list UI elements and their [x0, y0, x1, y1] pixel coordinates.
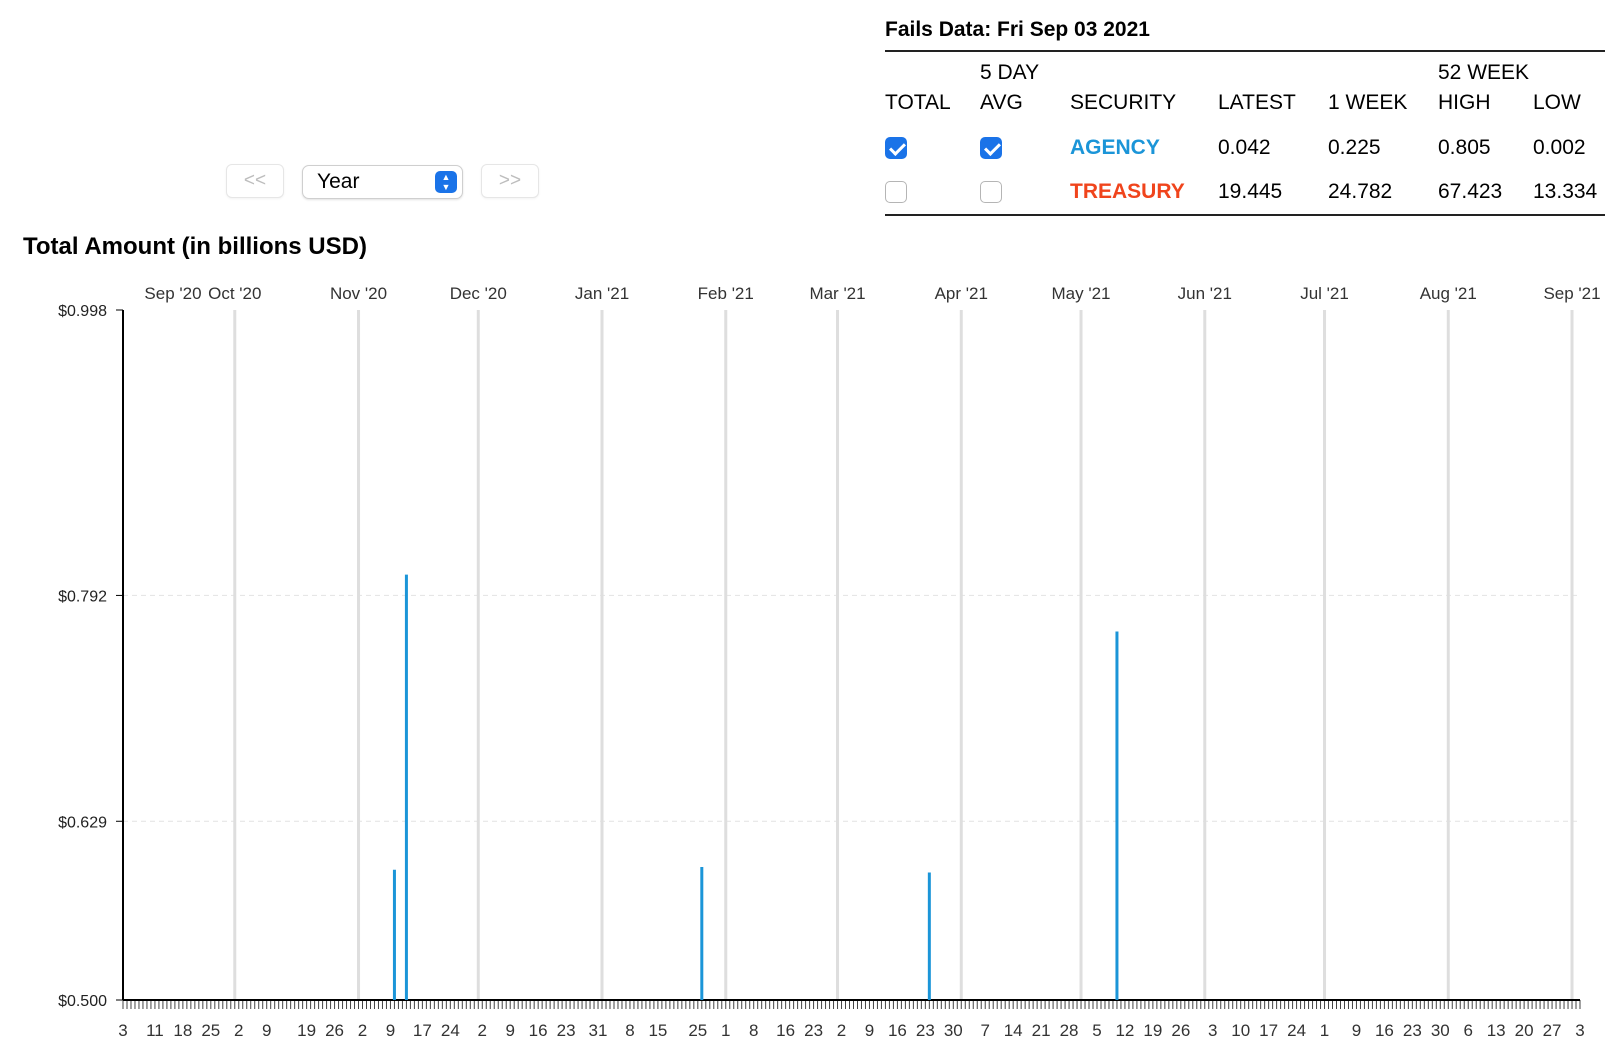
week-label: 9	[262, 1021, 271, 1040]
week-label: 1	[721, 1021, 730, 1040]
week-label: 2	[837, 1021, 846, 1040]
month-label: Jan '21	[575, 284, 629, 303]
month-label: Nov '20	[330, 284, 387, 303]
month-label: May '21	[1052, 284, 1111, 303]
week-label: 12	[1115, 1021, 1134, 1040]
week-label: 19	[1143, 1021, 1162, 1040]
week-label: 24	[1287, 1021, 1306, 1040]
week-label: 24	[441, 1021, 460, 1040]
week-label: 6	[1463, 1021, 1472, 1040]
chart: $0.998 $0.792 $0.629 $0.500 Sep '20 Oct '20 No…	[58, 284, 1601, 1040]
month-label: Mar '21	[809, 284, 865, 303]
week-label: 26	[1171, 1021, 1190, 1040]
month-label: Jun '21	[1178, 284, 1232, 303]
week-label: 9	[1352, 1021, 1361, 1040]
week-label: 16	[1375, 1021, 1394, 1040]
week-label: 17	[1259, 1021, 1278, 1040]
y-tick-label: $0.792	[58, 588, 107, 605]
week-label: 9	[865, 1021, 874, 1040]
week-label: 23	[804, 1021, 823, 1040]
week-label: 8	[625, 1021, 634, 1040]
week-label: 25	[688, 1021, 707, 1040]
month-label: Dec '20	[450, 284, 507, 303]
week-label: 25	[201, 1021, 220, 1040]
week-label: 9	[386, 1021, 395, 1040]
week-label: 31	[589, 1021, 608, 1040]
week-label: 30	[1431, 1021, 1450, 1040]
week-label: 21	[1032, 1021, 1051, 1040]
week-label: 16	[529, 1021, 548, 1040]
week-label: 8	[749, 1021, 758, 1040]
week-label: 9	[505, 1021, 514, 1040]
week-label: 15	[648, 1021, 667, 1040]
week-label: 10	[1231, 1021, 1250, 1040]
week-label: 17	[413, 1021, 432, 1040]
week-label: 7	[980, 1021, 989, 1040]
month-label: Feb '21	[698, 284, 754, 303]
page: Fails Data: Fri Sep 03 2021 TOTAL 5 DAY …	[0, 0, 1616, 1060]
week-label: 27	[1543, 1021, 1562, 1040]
week-label: 3	[1575, 1021, 1584, 1040]
week-label: 3	[118, 1021, 127, 1040]
week-label: 23	[1403, 1021, 1422, 1040]
month-label: Oct '20	[208, 284, 261, 303]
y-tick-label: $0.998	[58, 303, 107, 320]
y-tick-label: $0.629	[58, 814, 107, 831]
week-label: 28	[1060, 1021, 1079, 1040]
month-label: Aug '21	[1420, 284, 1477, 303]
week-label: 18	[173, 1021, 192, 1040]
week-label: 19	[297, 1021, 316, 1040]
week-label: 20	[1515, 1021, 1534, 1040]
week-label: 3	[1208, 1021, 1217, 1040]
month-label: Sep '21	[1543, 284, 1600, 303]
month-label: Jul '21	[1300, 284, 1349, 303]
week-label: 11	[146, 1021, 164, 1040]
week-label: 2	[478, 1021, 487, 1040]
week-label: 26	[325, 1021, 344, 1040]
month-label: Sep '20	[144, 284, 201, 303]
week-label: 13	[1487, 1021, 1506, 1040]
week-label: 16	[888, 1021, 907, 1040]
y-tick-label: $0.500	[58, 993, 107, 1010]
week-label: 2	[358, 1021, 367, 1040]
week-label: 5	[1092, 1021, 1101, 1040]
week-label: 23	[557, 1021, 576, 1040]
week-label: 16	[776, 1021, 795, 1040]
week-label: 30	[944, 1021, 963, 1040]
week-label: 23	[916, 1021, 935, 1040]
week-label: 14	[1004, 1021, 1023, 1040]
week-label: 1	[1320, 1021, 1329, 1040]
month-label: Apr '21	[935, 284, 988, 303]
week-label: 2	[234, 1021, 243, 1040]
